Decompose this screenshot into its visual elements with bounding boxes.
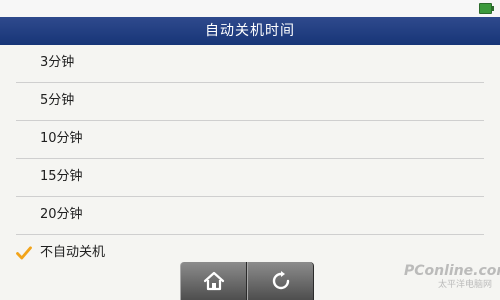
page-title: 自动关机时间	[205, 23, 295, 39]
home-button[interactable]	[180, 262, 247, 300]
watermark-subtitle: 太平洋电脑网	[437, 280, 492, 290]
option-label: 5分钟	[40, 93, 75, 108]
option-20-minutes[interactable]: 20分钟	[16, 197, 484, 235]
option-label: 20分钟	[40, 207, 83, 222]
option-label: 不自动关机	[40, 245, 106, 260]
option-3-minutes[interactable]: 3分钟	[16, 45, 484, 83]
option-10-minutes[interactable]: 10分钟	[16, 121, 484, 159]
option-15-minutes[interactable]: 15分钟	[16, 159, 484, 197]
bottom-nav-bar	[180, 262, 316, 300]
back-button[interactable]	[247, 262, 314, 300]
checkmark-icon	[16, 246, 32, 260]
home-icon	[203, 271, 224, 291]
shutdown-time-list: 3分钟 5分钟 10分钟 15分钟 20分钟 不自动关机	[16, 45, 484, 272]
option-label: 10分钟	[40, 131, 83, 146]
option-label: 3分钟	[40, 55, 75, 70]
page-title-bar: 自动关机时间	[0, 17, 500, 45]
option-5-minutes[interactable]: 5分钟	[16, 83, 484, 121]
battery-icon	[479, 3, 494, 14]
refresh-icon	[272, 271, 289, 290]
option-label: 15分钟	[40, 169, 83, 184]
status-bar	[0, 0, 500, 17]
